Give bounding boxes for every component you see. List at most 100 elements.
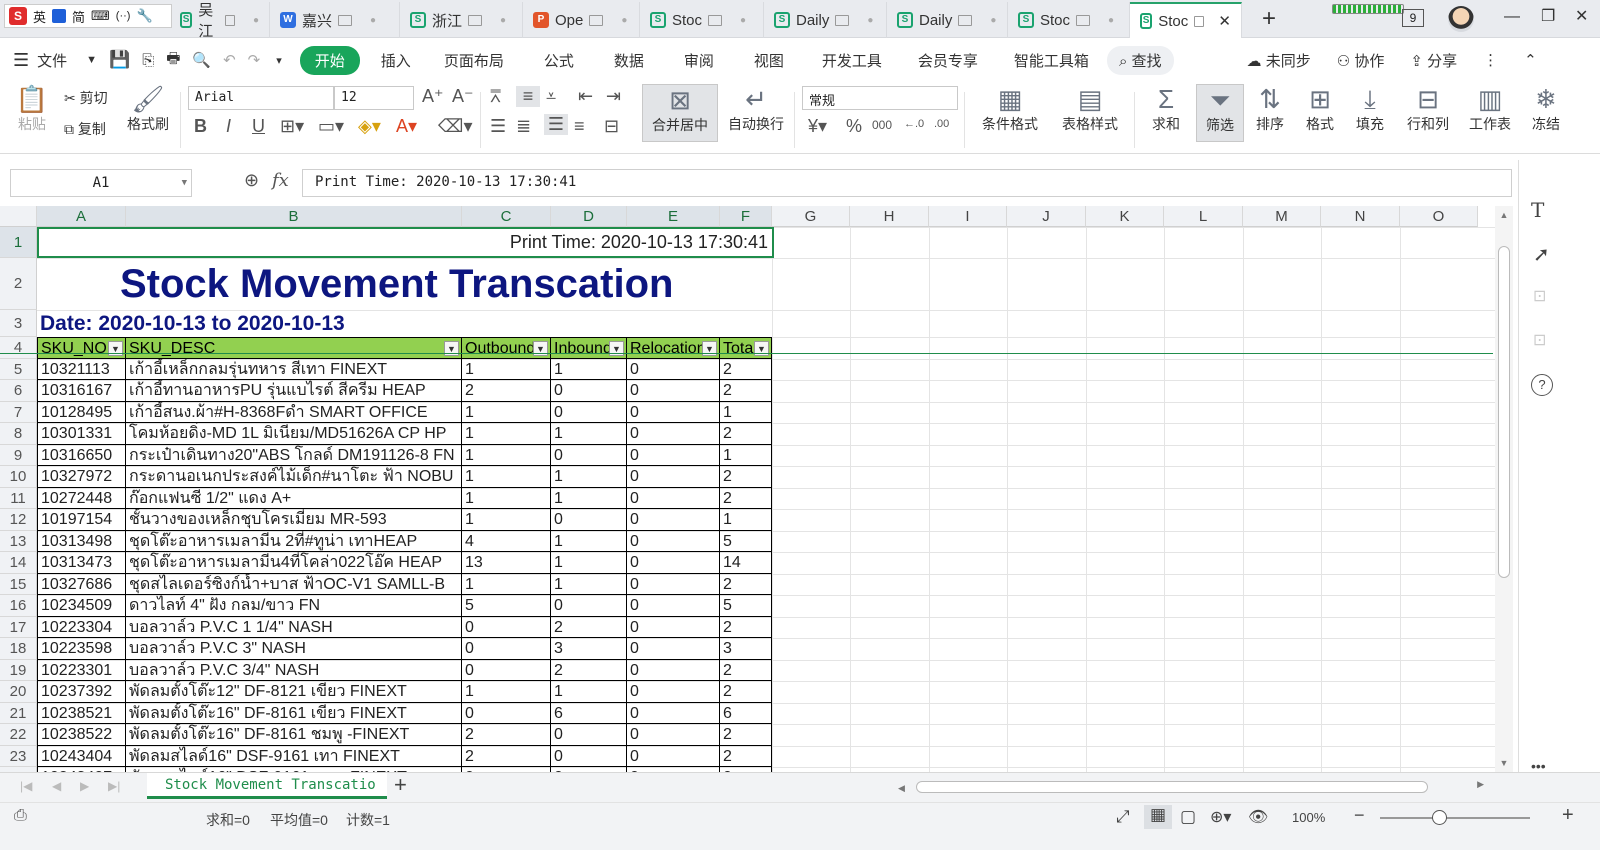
menu-tab-view[interactable]: 视图 [734, 50, 804, 71]
copy-button[interactable]: ⧉ 复制 [64, 119, 106, 139]
table-cell[interactable]: ชุดโต๊ะอาหารเมลามีน4ที่โคล่า022โอ๊ค HEAP [126, 552, 462, 574]
row-header[interactable]: 4 [0, 337, 37, 359]
row-header[interactable]: 17 [0, 616, 37, 638]
table-cell[interactable]: 1 [462, 487, 551, 509]
table-cell[interactable]: 0 [627, 573, 720, 595]
table-cell[interactable]: 10327686 [37, 573, 126, 595]
table-cell[interactable]: 3 [551, 638, 627, 660]
scroll-left-icon[interactable]: ◀ [898, 783, 905, 793]
decrease-font-icon[interactable]: A⁻ [452, 86, 474, 107]
table-cell[interactable]: 10313473 [37, 552, 126, 574]
menu-tab-page-layout[interactable]: 页面布局 [424, 50, 524, 71]
align-center-icon[interactable]: ≣ [516, 116, 531, 137]
row-header[interactable]: 23 [0, 745, 37, 767]
table-cell[interactable]: 10237392 [37, 681, 126, 703]
table-cell[interactable]: 2 [720, 724, 772, 746]
column-header[interactable]: C [462, 206, 551, 227]
row-header[interactable]: 19 [0, 659, 37, 681]
table-cell[interactable]: 0 [627, 487, 720, 509]
table-cell[interactable]: 1 [462, 401, 551, 423]
notification-badge[interactable]: 9 [1402, 9, 1424, 27]
table-cell[interactable]: 2 [462, 724, 551, 746]
table-cell[interactable]: ชุดโต๊ะอาหารเมลามีน 2ที่#ทูน่า เทาHEAP [126, 530, 462, 552]
table-cell[interactable]: 10223301 [37, 659, 126, 681]
menu-tab-developer[interactable]: 开发工具 [804, 50, 900, 71]
table-header-cell[interactable]: Outbound ▼ [462, 337, 551, 359]
table-cell[interactable]: 5 [720, 530, 772, 552]
quick-access-more-icon[interactable]: ▾ [266, 54, 292, 67]
table-cell[interactable]: 0 [627, 659, 720, 681]
table-cell[interactable]: 10316650 [37, 444, 126, 466]
column-header[interactable]: K [1086, 206, 1164, 227]
table-cell[interactable]: 0 [551, 401, 627, 423]
decrease-decimal-icon[interactable]: .00 [934, 118, 949, 130]
table-cell[interactable]: 2 [720, 616, 772, 638]
page-layout-view-icon[interactable]: ▢ [1180, 807, 1196, 827]
table-cell[interactable]: 10301331 [37, 423, 126, 445]
menu-file[interactable]: 文件 [33, 50, 80, 71]
cloud-sync-button[interactable]: ☁ 未同步 [1234, 50, 1324, 71]
undo-icon[interactable]: ↶ [217, 51, 242, 69]
text-tool-icon[interactable]: T [1531, 198, 1544, 222]
table-cell[interactable]: 10327972 [37, 466, 126, 488]
table-cell[interactable]: 1 [462, 509, 551, 531]
table-cell[interactable]: กระดานอเนกประสงค์ไม้เด็ก#นาโตะ ฟ้า NOBU [126, 466, 462, 488]
table-cell[interactable]: 0 [627, 681, 720, 703]
column-header[interactable]: M [1243, 206, 1321, 227]
help-icon[interactable]: ? [1531, 374, 1553, 396]
ime-extra[interactable]: (··) [116, 10, 131, 22]
eye-protection-icon[interactable]: 👁 [1248, 807, 1268, 827]
column-header[interactable]: G [772, 206, 850, 227]
table-cell[interactable]: 6 [551, 702, 627, 724]
table-header-cell[interactable]: Relocation ▼ [627, 337, 720, 359]
search-button[interactable]: ⌕ 查找 [1106, 45, 1174, 75]
minimize-button[interactable]: — [1504, 8, 1520, 26]
table-cell[interactable]: 0 [627, 380, 720, 402]
name-box[interactable]: A1 ▼ [10, 169, 192, 197]
date-range-label[interactable]: Date: 2020-10-13 to 2020-10-13 [40, 310, 740, 337]
table-cell[interactable]: 0 [627, 638, 720, 660]
restore-button[interactable]: ❐ [1541, 6, 1555, 26]
table-cell[interactable]: 0 [551, 509, 627, 531]
table-cell[interactable]: บอลวาล์ว P.V.C 1 1/4" NASH [126, 616, 462, 638]
table-cell[interactable]: พัดลมตั้งโต๊ะ16" DF-8161 ชมพู -FINEXT [126, 724, 462, 746]
table-cell[interactable]: ดาวไลท์ 4" ฝัง กลม/ขาว FN [126, 595, 462, 617]
row-header[interactable]: 13 [0, 530, 37, 552]
cell-style-icon[interactable]: ▭▾ [318, 116, 344, 137]
font-size-select[interactable]: 12 [334, 86, 414, 110]
row-header[interactable]: 10 [0, 466, 37, 488]
table-cell[interactable]: 10238521 [37, 702, 126, 724]
table-cell[interactable]: ชั้นวางของเหล็กชุบโครเมี่ยม MR-593 [126, 509, 462, 531]
paste-button[interactable]: 📋 粘贴 [12, 84, 52, 134]
table-cell[interactable]: 1 [720, 401, 772, 423]
pointer-icon[interactable]: ➚ [1533, 242, 1550, 267]
doc-tab[interactable]: S Stoc ✕ [1130, 2, 1242, 38]
table-cell[interactable]: 10234509 [37, 595, 126, 617]
table-cell[interactable]: 1 [551, 487, 627, 509]
table-cell[interactable]: 1 [551, 530, 627, 552]
row-header[interactable]: 15 [0, 573, 37, 595]
zoom-slider[interactable] [1380, 810, 1530, 825]
thousands-icon[interactable]: 000 [872, 118, 892, 132]
doc-tab[interactable]: S 吴江 ● [170, 2, 270, 40]
worksheet-button[interactable]: ▥ 工作表 [1462, 84, 1518, 134]
table-header-cell[interactable]: Inbound ▼ [551, 337, 627, 359]
align-bottom-icon[interactable]: ⩡ [546, 86, 556, 107]
table-cell[interactable]: 1 [720, 509, 772, 531]
table-cell[interactable]: 0 [551, 595, 627, 617]
sum-button[interactable]: Σ 求和 [1144, 84, 1188, 134]
table-cell[interactable]: 10223304 [37, 616, 126, 638]
table-cell[interactable]: 2 [462, 380, 551, 402]
ime-toolbar[interactable]: S 英 简 ⌨ (··) 🔧 [4, 4, 172, 28]
row-header[interactable]: 22 [0, 724, 37, 746]
underline-icon[interactable]: U [252, 116, 265, 137]
print-preview-icon[interactable]: 🔍 [186, 51, 217, 69]
vertical-scrollbar[interactable]: ▲ ▼ [1495, 206, 1513, 772]
row-header[interactable]: 2 [0, 258, 37, 310]
table-cell[interactable]: 1 [551, 423, 627, 445]
sheet-title[interactable]: Stock Movement Transcation [120, 258, 800, 310]
zoom-in-icon[interactable]: + [1562, 804, 1574, 827]
table-cell[interactable]: กระเป๋าเดินทาง20"ABS โกลด์ DM191126-8 FN [126, 444, 462, 466]
row-header[interactable]: 3 [0, 310, 37, 337]
table-cell[interactable]: 1 [462, 358, 551, 380]
